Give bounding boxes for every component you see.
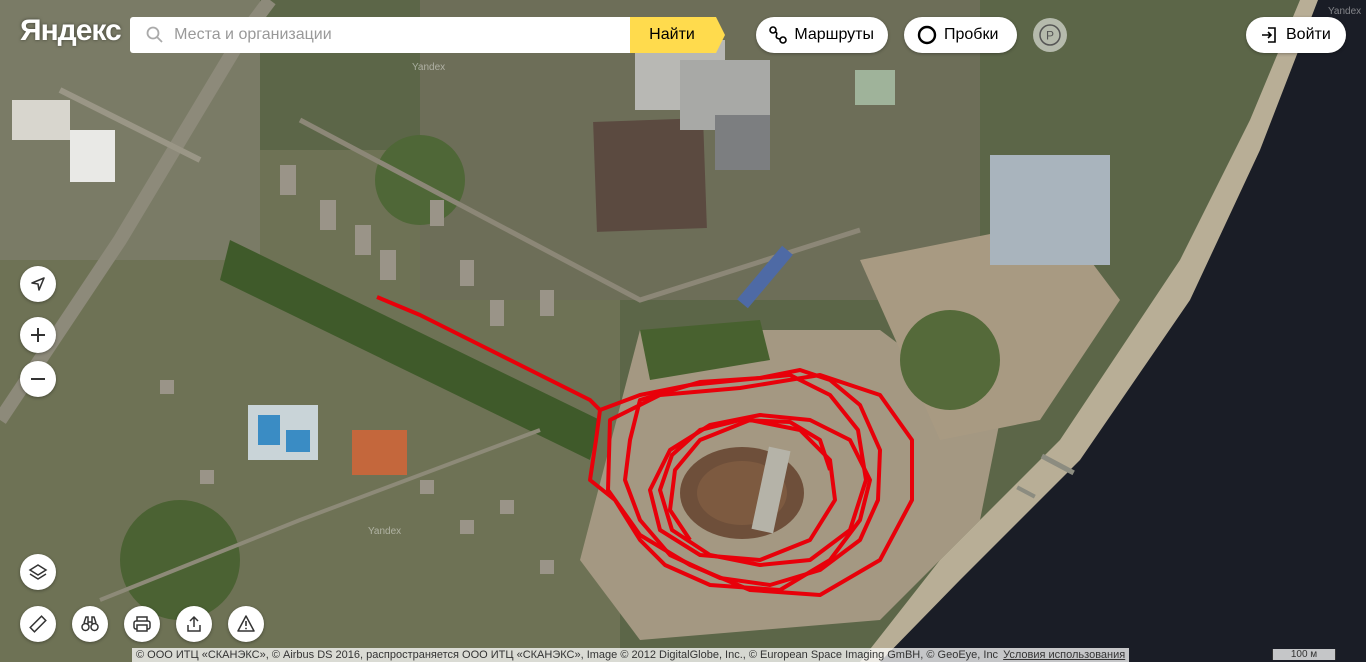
search-input[interactable] <box>172 25 630 45</box>
geolocation-button[interactable] <box>20 266 56 302</box>
zoom-in-button[interactable] <box>20 317 56 353</box>
report-error-icon <box>237 615 255 632</box>
login-icon <box>1258 24 1280 46</box>
routes-button[interactable]: Маршруты <box>756 17 888 53</box>
map-watermark: Yandex <box>368 526 402 537</box>
map-copyright: © ООО ИТЦ «СКАНЭКС», © Airbus DS 2016, р… <box>132 648 1130 662</box>
zoom-out-button[interactable] <box>20 361 56 397</box>
login-label: Войти <box>1286 26 1331 43</box>
traffic-button[interactable]: Пробки <box>904 17 1017 53</box>
print-icon <box>133 616 151 632</box>
report-error-button[interactable] <box>228 606 264 642</box>
share-button[interactable] <box>176 606 212 642</box>
ruler-button[interactable] <box>20 606 56 642</box>
traffic-label: Пробки <box>944 26 999 43</box>
parking-icon: P <box>1039 24 1061 46</box>
parking-button[interactable]: P <box>1033 18 1067 52</box>
share-icon <box>187 615 201 632</box>
search-icon <box>146 25 164 45</box>
ruler-icon <box>29 615 47 633</box>
satellite-map[interactable] <box>0 0 1366 662</box>
panorama-button[interactable] <box>72 606 108 642</box>
route-icon <box>768 24 788 46</box>
zoom-out-icon <box>31 378 45 380</box>
svg-text:P: P <box>1046 29 1054 43</box>
map-scale: 100 м <box>1272 649 1336 660</box>
zoom-in-icon <box>31 328 45 342</box>
panorama-binoculars-icon <box>81 616 99 632</box>
terms-of-use-link[interactable]: Условия использования <box>1003 649 1125 661</box>
search-button[interactable]: Найти <box>630 17 725 53</box>
layers-icon <box>28 564 48 580</box>
layers-button[interactable] <box>20 554 56 590</box>
location-arrow-icon <box>31 277 45 291</box>
map-watermark: Yandex <box>1328 6 1362 17</box>
routes-label: Маршруты <box>794 26 874 43</box>
search-bar: Найти <box>130 17 725 53</box>
traffic-icon <box>916 24 938 46</box>
map-watermark: Yandex <box>412 62 446 73</box>
search-field-container[interactable] <box>130 17 630 53</box>
login-button[interactable]: Войти <box>1246 17 1346 53</box>
yandex-logo[interactable]: Яндекс <box>20 14 122 48</box>
copyright-text: © ООО ИТЦ «СКАНЭКС», © Airbus DS 2016, р… <box>136 649 999 661</box>
print-button[interactable] <box>124 606 160 642</box>
